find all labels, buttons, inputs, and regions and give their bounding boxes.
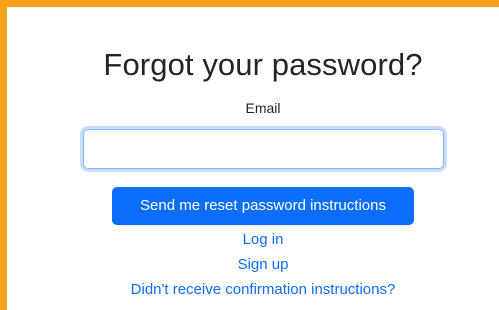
email-field[interactable]	[83, 129, 444, 169]
email-label: Email	[245, 100, 281, 116]
send-reset-instructions-button[interactable]: Send me reset password instructions	[112, 187, 414, 225]
page-frame: Forgot your password? Email Send me rese…	[0, 0, 499, 310]
confirmation-instructions-link[interactable]: Didn't receive confirmation instructions…	[7, 281, 499, 299]
log-in-link[interactable]: Log in	[7, 231, 499, 249]
sign-up-link[interactable]: Sign up	[7, 256, 499, 274]
page-title: Forgot your password?	[103, 47, 423, 82]
